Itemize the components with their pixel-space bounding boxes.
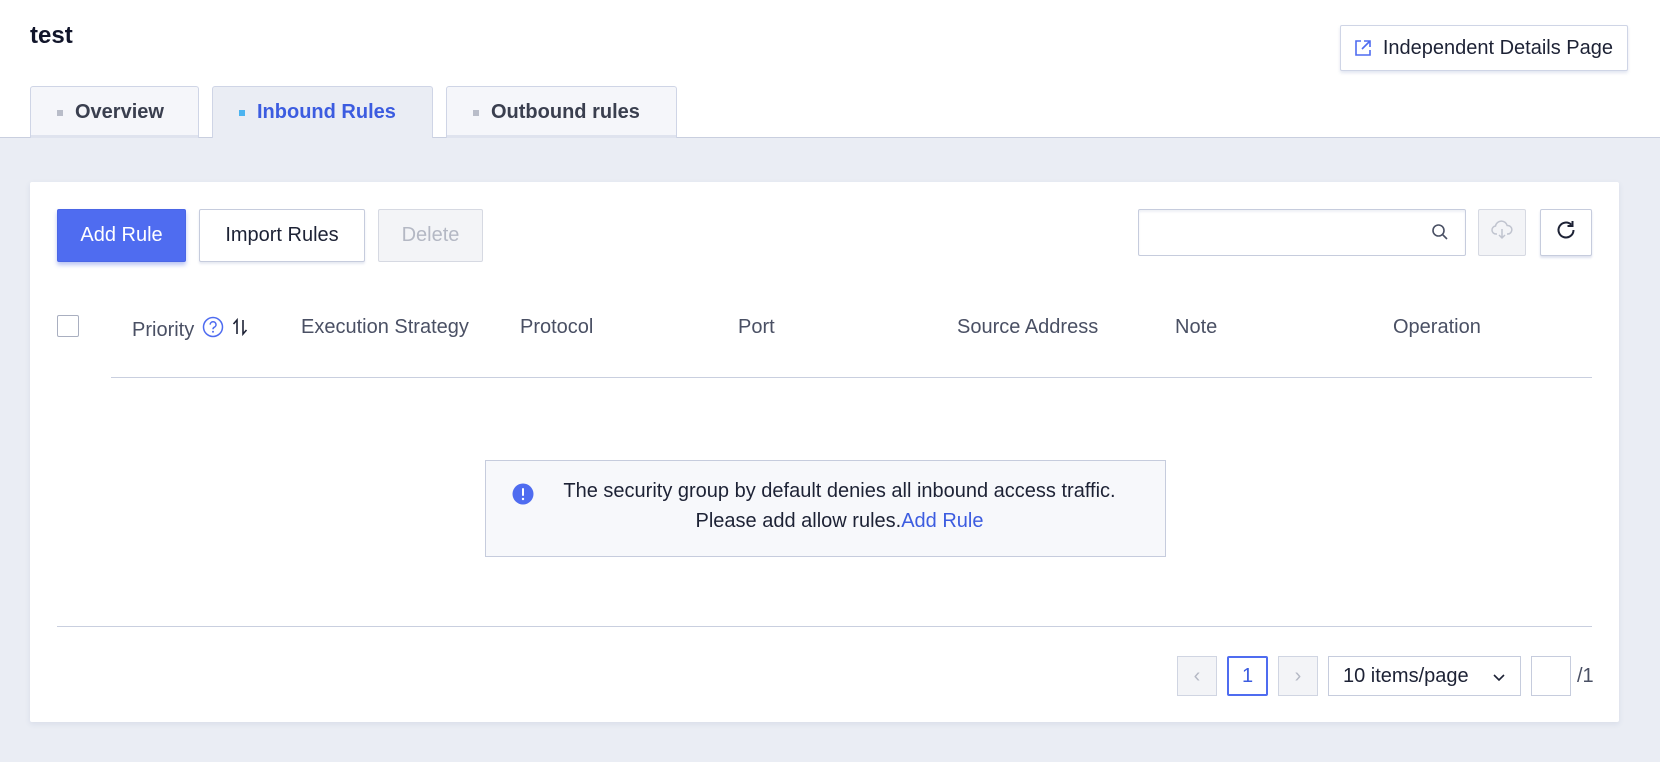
page-size-select[interactable]: 10 items/page [1328, 656, 1521, 696]
column-header-source-address: Source Address [957, 316, 1099, 338]
column-label: Priority [132, 318, 195, 341]
column-header-note: Note [1175, 316, 1218, 338]
chevron-down-icon [1492, 665, 1506, 688]
next-page-button[interactable]: › [1278, 656, 1318, 696]
search-icon[interactable] [1431, 223, 1449, 246]
independent-details-page-button[interactable]: Independent Details Page [1339, 25, 1628, 71]
prev-page-button[interactable]: ‹ [1177, 656, 1217, 696]
add-rule-button[interactable]: Add Rule [57, 209, 186, 262]
details-button-label: Independent Details Page [1382, 36, 1613, 59]
tab-bar: Overview Inbound Rules Outbound rules [30, 86, 677, 138]
page-header: test Independent Details Page Overview I… [0, 0, 1660, 138]
help-icon[interactable] [202, 316, 224, 344]
sort-icon[interactable] [232, 317, 248, 343]
tab-label: Outbound rules [491, 101, 640, 123]
cloud-download-icon [1491, 220, 1513, 245]
empty-state-message: The security group by default denies all… [534, 476, 1139, 536]
empty-state-text: The security group by default denies all… [563, 480, 1116, 532]
column-header-priority: Priority [132, 316, 248, 344]
tab-dot-icon [239, 109, 245, 116]
tab-label: Overview [75, 101, 164, 123]
table-header-divider [111, 377, 1592, 378]
import-rules-button[interactable]: Import Rules [199, 209, 365, 262]
search-input[interactable] [1139, 210, 1443, 255]
page-jump-input[interactable] [1531, 656, 1571, 696]
tab-dot-icon [473, 109, 479, 116]
table-footer-divider [57, 626, 1592, 627]
table-header: Priority Execution Strategy Protocol Por… [30, 312, 1619, 360]
pagination: ‹ 1 › 10 items/page /1 [1177, 656, 1594, 696]
page-title: test [30, 22, 73, 49]
download-button[interactable] [1478, 209, 1526, 256]
tab-overview[interactable]: Overview [30, 86, 199, 138]
column-header-execution-strategy: Execution Strategy [301, 316, 469, 338]
tab-inbound-rules[interactable]: Inbound Rules [212, 86, 433, 138]
tab-label: Inbound Rules [257, 101, 396, 123]
column-header-operation: Operation [1393, 316, 1481, 338]
add-rule-link[interactable]: Add Rule [901, 510, 983, 532]
tab-outbound-rules[interactable]: Outbound rules [446, 86, 677, 138]
external-link-icon [1353, 38, 1373, 58]
refresh-icon [1554, 218, 1578, 247]
delete-button[interactable]: Delete [378, 209, 483, 262]
column-header-port: Port [738, 316, 775, 338]
total-pages: /1 [1577, 664, 1594, 687]
info-icon [512, 483, 534, 510]
refresh-button[interactable] [1540, 209, 1592, 256]
current-page[interactable]: 1 [1227, 656, 1268, 696]
column-header-protocol: Protocol [520, 316, 594, 338]
select-all-checkbox[interactable] [57, 315, 79, 337]
empty-state-notice: The security group by default denies all… [485, 460, 1166, 557]
tab-dot-icon [57, 109, 63, 116]
rules-card: Add Rule Import Rules Delete Priority Ex… [30, 182, 1619, 722]
toolbar: Add Rule Import Rules Delete [57, 209, 483, 262]
page-size-label: 10 items/page [1343, 664, 1469, 687]
search-field[interactable] [1138, 209, 1466, 256]
